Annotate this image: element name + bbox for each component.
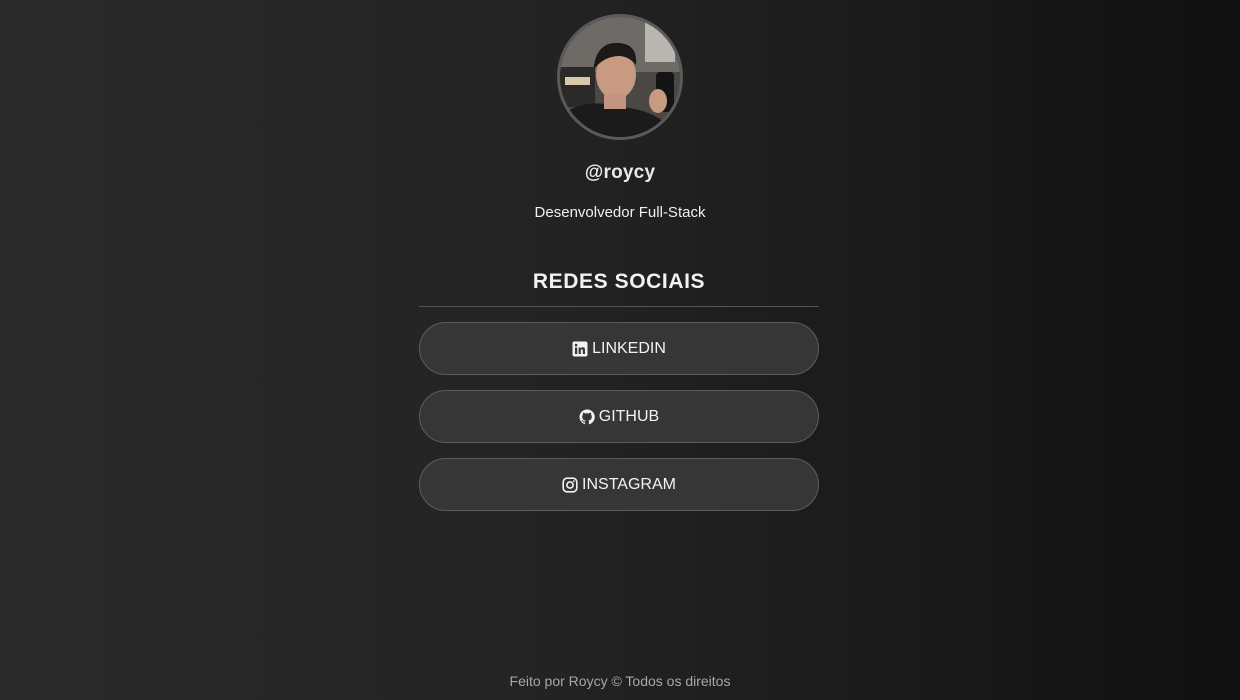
linkedin-button[interactable]: LINKEDIN	[419, 322, 819, 375]
github-button[interactable]: GITHUB	[419, 390, 819, 443]
github-icon	[579, 408, 595, 425]
social-section-title: REDES SOCIAIS	[532, 270, 706, 293]
avatar	[557, 14, 683, 140]
social-links: LINKEDIN GITHUB INSTAGRAM	[419, 322, 819, 526]
profile-header: @roycy Desenvolvedor Full-Stack	[0, 14, 1240, 221]
instagram-button[interactable]: INSTAGRAM	[419, 458, 819, 511]
section-divider	[419, 306, 819, 307]
linkedin-icon	[572, 341, 588, 357]
username: @roycy	[584, 162, 656, 183]
bio: Desenvolvedor Full-Stack	[534, 204, 706, 221]
instagram-icon	[562, 476, 578, 493]
instagram-label: INSTAGRAM	[582, 475, 676, 493]
footer-text: Feito por Roycy © Todos os direitos	[509, 673, 731, 689]
profile-photo	[560, 17, 680, 137]
github-label: GITHUB	[598, 407, 660, 425]
linkedin-label: LINKEDIN	[592, 339, 666, 357]
